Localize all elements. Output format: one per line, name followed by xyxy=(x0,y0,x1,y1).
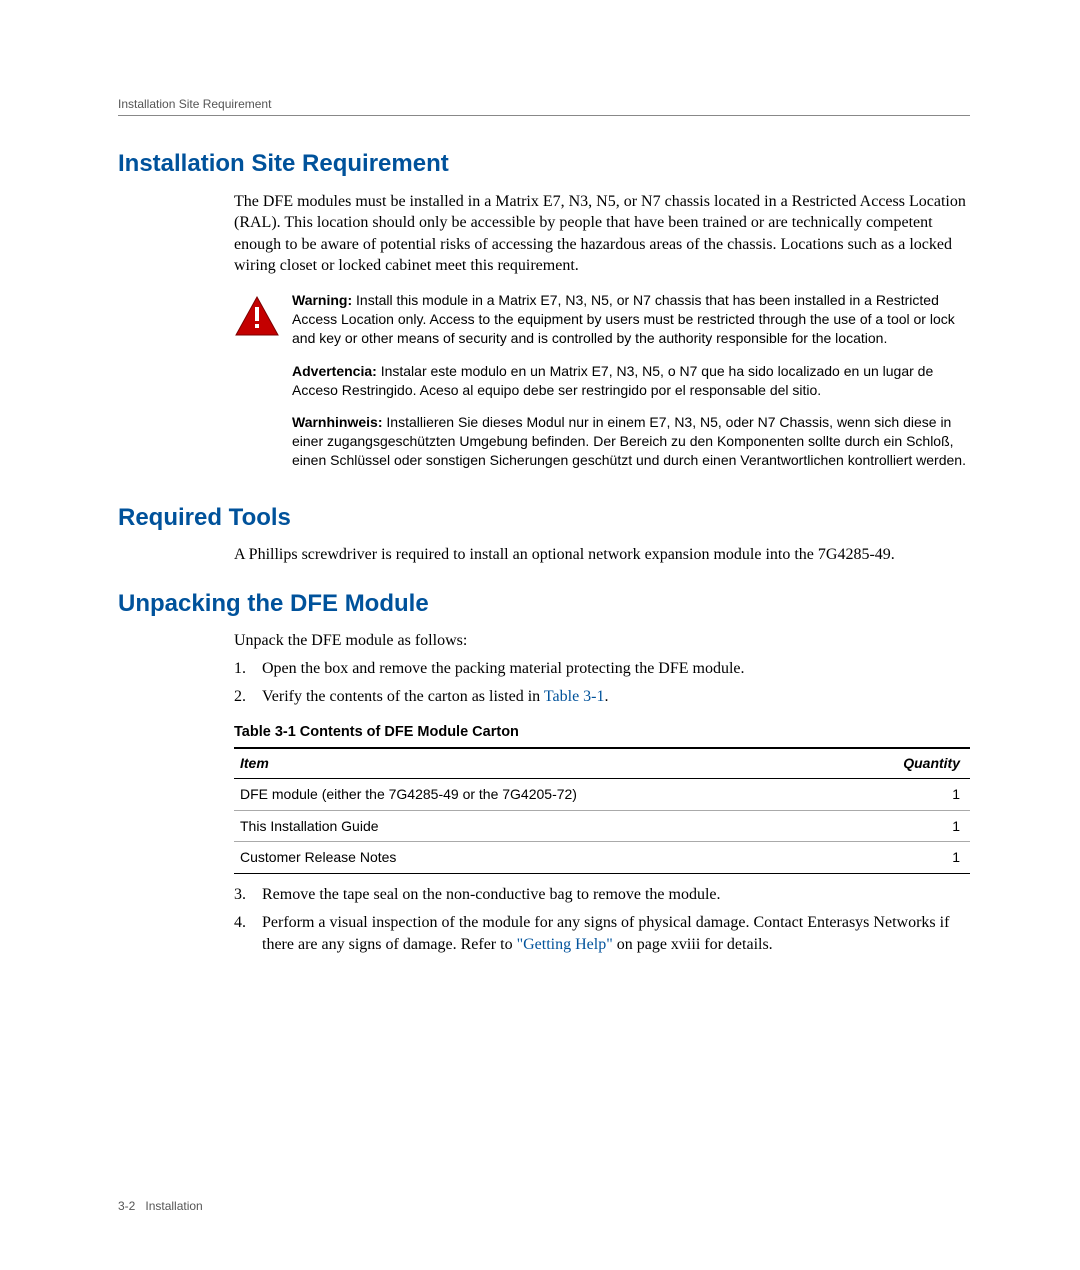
table-reference-link[interactable]: Table 3-1 xyxy=(544,688,605,705)
table-caption: Table 3-1 Contents of DFE Module Carton xyxy=(234,723,970,743)
list-item: Open the box and remove the packing mate… xyxy=(234,658,970,680)
warning-de: Warnhinweis: Installieren Sie dieses Mod… xyxy=(292,413,970,470)
paragraph: Unpack the DFE module as follows: xyxy=(234,630,970,652)
warning-es: Advertencia: Instalar este modulo en un … xyxy=(292,362,970,400)
list-item: Verify the contents of the carton as lis… xyxy=(234,686,970,708)
getting-help-link[interactable]: "Getting Help" xyxy=(517,936,613,953)
paragraph: A Phillips screwdriver is required to in… xyxy=(234,544,970,566)
warning-callout: Warning: Install this module in a Matrix… xyxy=(234,291,970,476)
table-header-quantity: Quantity xyxy=(864,748,970,778)
heading-required-tools: Required Tools xyxy=(118,502,970,534)
contents-table: Item Quantity DFE module (either the 7G4… xyxy=(234,747,970,875)
paragraph: The DFE modules must be installed in a M… xyxy=(234,191,970,277)
heading-unpacking-dfe-module: Unpacking the DFE Module xyxy=(118,588,970,620)
list-item: Perform a visual inspection of the modul… xyxy=(234,912,970,955)
warning-en: Warning: Install this module in a Matrix… xyxy=(292,291,970,348)
page-footer: 3-2 Installation xyxy=(118,1198,203,1214)
table-row: Customer Release Notes1 xyxy=(234,842,970,874)
heading-installation-site-requirement: Installation Site Requirement xyxy=(118,148,970,180)
table-header-item: Item xyxy=(234,748,864,778)
running-header: Installation Site Requirement xyxy=(118,96,970,116)
list-item: Remove the tape seal on the non-conducti… xyxy=(234,884,970,906)
table-row: DFE module (either the 7G4285-49 or the … xyxy=(234,778,970,810)
table-row: This Installation Guide1 xyxy=(234,810,970,842)
warning-icon xyxy=(234,295,280,337)
